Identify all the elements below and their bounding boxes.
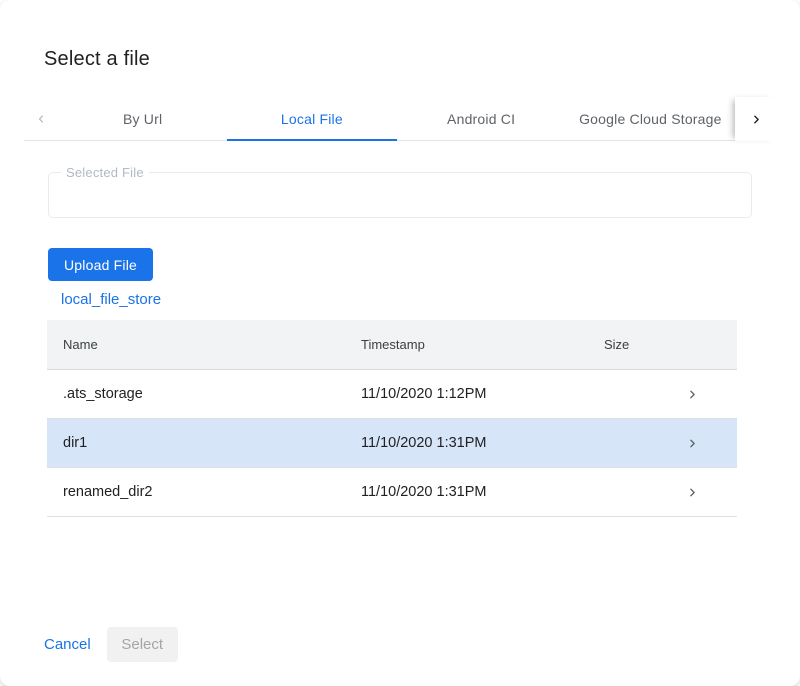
dialog-title: Select a file <box>44 48 150 71</box>
dialog-footer: Cancel Select <box>44 627 178 662</box>
file-table: Name Timestamp Size .ats_storage 11/10/2… <box>47 320 737 517</box>
tab-label: By Url <box>123 111 162 127</box>
file-timestamp: 11/10/2020 1:12PM <box>361 386 604 402</box>
local-file-store-link[interactable]: local_file_store <box>61 291 161 308</box>
chevron-right-icon <box>750 113 763 126</box>
file-timestamp: 11/10/2020 1:31PM <box>361 435 604 451</box>
file-name: dir1 <box>63 435 361 451</box>
chevron-left-icon <box>35 113 47 125</box>
tab-android-ci[interactable]: Android CI <box>397 97 566 141</box>
tab-bar: By Url Local File Android CI Google Clou… <box>24 97 777 141</box>
tabs-scroll-left-button[interactable] <box>24 97 58 141</box>
chevron-right-icon <box>686 388 699 401</box>
file-name: .ats_storage <box>63 386 361 402</box>
file-name: renamed_dir2 <box>63 484 361 500</box>
chevron-right-icon <box>686 486 699 499</box>
open-directory-button[interactable] <box>647 437 737 450</box>
select-button[interactable]: Select <box>107 627 178 662</box>
tab-label: Local File <box>281 111 343 127</box>
tabs-scroll-right-button[interactable] <box>735 97 777 141</box>
selected-file-field-wrapper: Selected File <box>48 172 752 218</box>
chevron-right-icon <box>686 437 699 450</box>
column-header-timestamp: Timestamp <box>361 337 604 352</box>
selected-file-field-label: Selected File <box>61 165 149 180</box>
table-row[interactable]: dir1 11/10/2020 1:31PM <box>47 419 737 468</box>
selected-file-input[interactable] <box>49 173 751 217</box>
open-directory-button[interactable] <box>647 388 737 401</box>
tab-label: Android CI <box>447 111 515 127</box>
table-row[interactable]: .ats_storage 11/10/2020 1:12PM <box>47 370 737 419</box>
upload-file-button[interactable]: Upload File <box>48 248 153 281</box>
table-header-row: Name Timestamp Size <box>47 320 737 370</box>
tab-google-cloud-storage[interactable]: Google Cloud Storage <box>566 97 735 141</box>
cancel-button[interactable]: Cancel <box>44 627 91 662</box>
tab-label: Google Cloud Storage <box>579 111 722 127</box>
table-row[interactable]: renamed_dir2 11/10/2020 1:31PM <box>47 468 737 517</box>
tab-by-url[interactable]: By Url <box>58 97 227 141</box>
column-header-size: Size <box>604 337 647 352</box>
select-file-dialog: Select a file By Url Local File Android … <box>0 0 800 686</box>
column-header-name: Name <box>63 337 361 352</box>
file-timestamp: 11/10/2020 1:31PM <box>361 484 604 500</box>
open-directory-button[interactable] <box>647 486 737 499</box>
tab-local-file[interactable]: Local File <box>227 97 396 141</box>
